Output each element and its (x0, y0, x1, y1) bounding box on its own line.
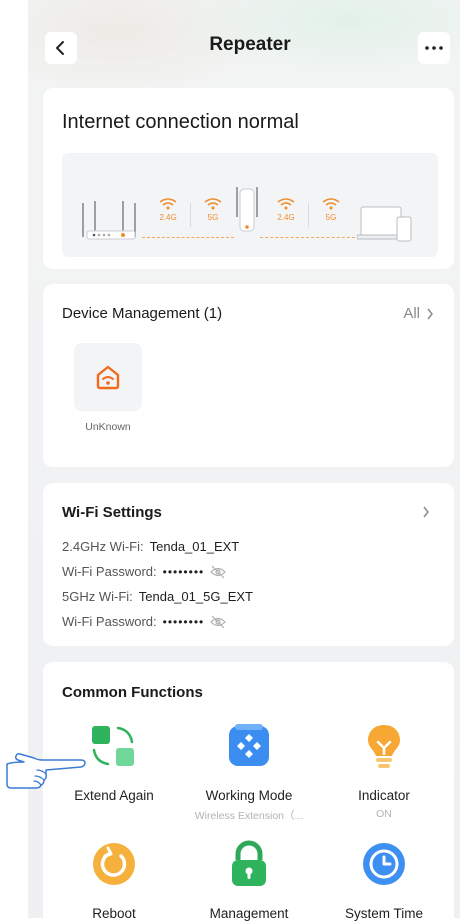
more-dots-icon (425, 46, 443, 50)
chevron-right-icon[interactable] (422, 506, 430, 518)
all-devices-label: All (403, 305, 420, 322)
client-devices-icon (357, 206, 412, 242)
wifi-settings-card[interactable]: Wi-Fi Settings 2.4GHz Wi-Fi: Tenda_01_EX… (43, 483, 454, 646)
device-name: UnKnown (85, 421, 131, 433)
pointing-hand-icon (6, 753, 86, 789)
router-icon (82, 201, 136, 240)
wifi-signal-icon (204, 198, 222, 210)
function-status: Wireless Extension（... (194, 810, 304, 822)
common-functions-title: Common Functions (62, 684, 203, 701)
function-management[interactable]: Management (184, 840, 314, 921)
function-label: Management (209, 906, 289, 921)
wifi-24g-row: 2.4GHz Wi-Fi: Tenda_01_EXT (62, 539, 239, 554)
device-tile[interactable] (74, 343, 142, 411)
clock-icon (363, 843, 405, 885)
wifi-5g-password-row: Wi-Fi Password: •••••••• (62, 614, 227, 629)
function-label: Indicator (358, 788, 410, 803)
device-management-title: Device Management (1) (62, 305, 223, 322)
extend-again-icon (92, 726, 134, 766)
device-management-card: Device Management (1) All UnKnown (43, 284, 454, 467)
back-button[interactable] (45, 32, 77, 64)
eye-off-icon[interactable] (210, 565, 227, 579)
wifi-24g-ssid: Tenda_01_EXT (149, 539, 240, 554)
function-working-mode[interactable]: Working Mode Wireless Extension（... (184, 722, 314, 823)
lock-icon (232, 840, 266, 886)
wifi-password-value: •••••••• (162, 614, 205, 629)
all-devices-link[interactable]: All (403, 305, 434, 322)
connection-status-card: Internet connection normal 2.4G 5G 2.4G … (43, 88, 454, 269)
separator (190, 203, 191, 227)
band-label: 5G (325, 213, 337, 222)
eye-off-icon[interactable] (210, 615, 227, 629)
working-mode-icon (229, 724, 269, 766)
function-label: System Time (344, 906, 423, 921)
function-label: Reboot (92, 906, 136, 921)
wifi-5g-label: 5GHz Wi-Fi: (62, 589, 133, 604)
band-label: 2.4G (277, 213, 295, 222)
wifi-settings-title: Wi-Fi Settings (62, 504, 162, 521)
wifi-5g-ssid: Tenda_01_5G_EXT (138, 589, 253, 604)
reboot-icon (93, 843, 135, 885)
function-label: Extend Again (74, 788, 154, 803)
function-indicator[interactable]: Indicator ON (319, 722, 449, 820)
wifi-signal-icon (159, 198, 177, 210)
wifi-password-label: Wi-Fi Password: (62, 614, 157, 629)
chevron-left-icon (56, 41, 64, 55)
function-status: ON (376, 808, 392, 820)
wifi-password-label: Wi-Fi Password: (62, 564, 157, 579)
band-label: 2.4G (159, 213, 177, 222)
wifi-24g-password-row: Wi-Fi Password: •••••••• (62, 564, 227, 579)
wifi-signal-icon (322, 198, 340, 210)
wifi-password-value: •••••••• (162, 564, 205, 579)
connection-line (142, 237, 234, 238)
page-title: Repeater (209, 34, 291, 55)
wifi-5g-row: 5GHz Wi-Fi: Tenda_01_5G_EXT (62, 589, 253, 604)
function-label: Working Mode (205, 788, 293, 803)
common-functions-card: Common Functions Extend Again Working Mo… (43, 662, 454, 921)
function-reboot[interactable]: Reboot (49, 840, 179, 921)
network-topology-diagram: 2.4G 5G 2.4G 5G (62, 153, 438, 257)
bulb-icon (368, 725, 400, 768)
wifi-signal-icon (277, 198, 295, 210)
repeater-icon (236, 187, 258, 232)
home-wifi-icon (96, 365, 120, 390)
wifi-24g-label: 2.4GHz Wi-Fi: (62, 539, 144, 554)
connection-line (260, 237, 355, 238)
separator (308, 203, 309, 227)
function-system-time[interactable]: System Time (319, 840, 449, 921)
band-label: 5G (207, 213, 219, 222)
more-button[interactable] (418, 32, 450, 64)
chevron-right-icon (427, 308, 433, 319)
connection-status-title: Internet connection normal (62, 111, 299, 133)
